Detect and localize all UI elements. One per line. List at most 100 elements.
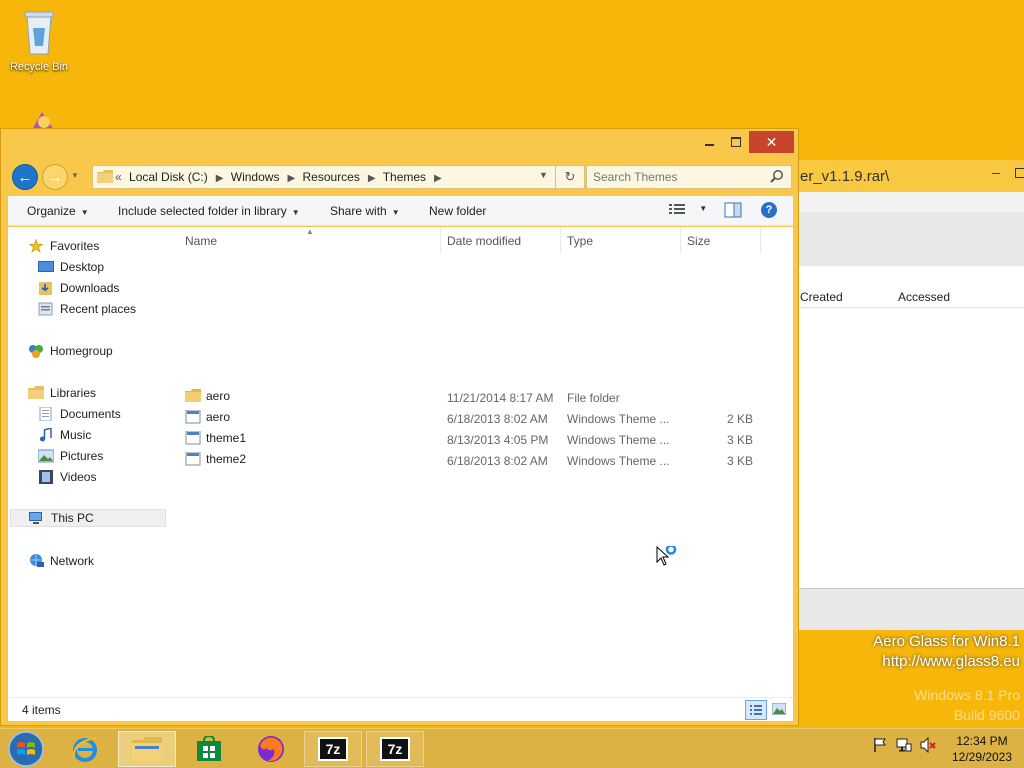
large-icons-view-icon[interactable]	[772, 703, 786, 715]
address-bar[interactable]: « Local Disk (C:) ▶ Windows ▶ Resources ▶ T…	[92, 165, 585, 189]
chevron-right-icon[interactable]: ▶	[368, 173, 376, 184]
action-center-flag-icon[interactable]	[872, 737, 888, 753]
taskbar-firefox[interactable]	[242, 731, 300, 767]
file-size: 2 KB	[726, 412, 753, 426]
column-type[interactable]: Type	[561, 227, 681, 253]
explorer-window[interactable]: ✕ ← → ▼ « Local Disk (C:) ▶ Windows ▶ Reso…	[0, 128, 799, 726]
chevron-down-icon: ▼	[80, 208, 89, 217]
file-date: 8/13/2013 4:05 PM	[447, 433, 549, 447]
taskbar-store[interactable]	[180, 731, 238, 767]
nav-network[interactable]: Network	[28, 552, 94, 570]
search-input[interactable]	[591, 169, 761, 185]
breadcrumb-resources[interactable]: Resources	[303, 170, 360, 184]
refresh-button[interactable]: ↻	[555, 166, 584, 188]
table-row[interactable]: aero 11/21/2014 8:17 AM File folder	[168, 387, 793, 408]
maximize-button[interactable]	[723, 131, 749, 153]
table-row[interactable]: theme2 6/18/2013 8:02 AM Windows Theme .…	[168, 450, 793, 471]
nav-pictures[interactable]: Pictures	[38, 447, 103, 465]
help-button[interactable]: ?	[761, 202, 777, 218]
back-button[interactable]: ←	[12, 164, 38, 190]
music-icon	[40, 428, 52, 442]
taskbar-7zip-2[interactable]: 7z	[366, 731, 424, 767]
details-view-icon	[669, 204, 685, 214]
breadcrumb-windows[interactable]: Windows	[231, 170, 280, 184]
preview-pane-icon[interactable]	[724, 202, 742, 218]
nav-documents[interactable]: Documents	[38, 405, 121, 423]
table-row[interactable]: theme1 8/13/2013 4:05 PM Windows Theme .…	[168, 429, 793, 450]
folder-icon	[185, 389, 201, 402]
store-icon	[197, 736, 221, 761]
recent-locations-dropdown[interactable]: ▼	[71, 171, 79, 180]
file-type: Windows Theme ...	[567, 454, 670, 468]
firefox-icon	[258, 736, 284, 762]
nav-this-pc[interactable]: This PC	[10, 509, 166, 527]
nav-libraries-label: Libraries	[50, 386, 97, 400]
column-date-label: Date modified	[447, 234, 522, 248]
include-label: Include selected folder in library	[118, 204, 287, 218]
network-tray-icon[interactable]	[896, 737, 912, 753]
recent-places-icon	[38, 302, 53, 316]
new-folder-button[interactable]: New folder	[429, 204, 486, 218]
nav-favorites[interactable]: Favorites	[28, 237, 99, 255]
nav-pictures-label: Pictures	[60, 449, 104, 463]
nav-homegroup[interactable]: Homegroup	[28, 342, 113, 360]
close-button[interactable]: ✕	[749, 131, 794, 153]
background-minimize-icon[interactable]: –	[992, 164, 1000, 180]
volume-muted-icon[interactable]	[920, 737, 936, 753]
file-explorer-icon	[132, 737, 162, 761]
taskbar-clock[interactable]: 12:34 PM 12/29/2023	[944, 733, 1020, 765]
table-row[interactable]: aero 6/18/2013 8:02 AM Windows Theme ...…	[168, 408, 793, 429]
share-with-button[interactable]: Share with ▼	[330, 204, 400, 218]
breadcrumb-local-disk[interactable]: Local Disk (C:)	[129, 170, 208, 184]
refresh-icon: ↻	[564, 169, 576, 184]
computer-icon	[29, 512, 42, 524]
chevron-right-icon[interactable]: ▶	[434, 173, 442, 184]
minimize-button[interactable]	[695, 131, 723, 153]
column-accessed[interactable]: Accessed	[898, 290, 950, 304]
change-view-button[interactable]: ▼	[669, 203, 709, 219]
details-view-toggle[interactable]	[745, 700, 767, 720]
include-in-library-button[interactable]: Include selected folder in library ▼	[118, 204, 300, 218]
nav-libraries[interactable]: Libraries	[28, 384, 96, 402]
network-icon	[30, 554, 44, 567]
taskbar-file-explorer[interactable]	[118, 731, 176, 767]
forward-button[interactable]: →	[42, 164, 68, 190]
background-window-footer	[796, 588, 1024, 630]
nav-this-pc-label: This PC	[51, 511, 94, 525]
address-dropdown-button[interactable]: ▼	[539, 170, 553, 180]
documents-icon	[39, 407, 52, 421]
recycle-bin-desktop-icon[interactable]: Recycle Bin	[6, 6, 72, 73]
column-created[interactable]: Created	[800, 290, 843, 304]
nav-music[interactable]: Music	[38, 426, 91, 444]
file-list: Name ▲ Date modified Type Size aero 11/2…	[168, 227, 793, 697]
pictures-icon	[38, 449, 54, 463]
command-bar: Organize ▼ Include selected folder in lib…	[8, 196, 793, 226]
background-maximize-icon[interactable]	[1015, 168, 1024, 178]
nav-videos[interactable]: Videos	[38, 468, 96, 486]
taskbar-internet-explorer[interactable]	[56, 731, 114, 767]
theme-file-icon	[185, 431, 201, 445]
taskbar: 7z 7z 12:34 PM 12/29/2023	[0, 728, 1024, 768]
search-icon[interactable]	[769, 169, 785, 185]
nav-recent-places-label: Recent places	[60, 302, 137, 316]
background-window[interactable]: er_v1.1.9.rar\ – Created Accessed	[795, 160, 1024, 630]
breadcrumb-themes[interactable]: Themes	[383, 170, 426, 184]
column-size[interactable]: Size	[681, 227, 761, 253]
taskbar-7zip-1[interactable]: 7z	[304, 731, 362, 767]
chevron-right-icon[interactable]: ▶	[216, 173, 224, 184]
background-window-column-header: Created Accessed	[796, 286, 1024, 308]
watermark-line-3: Windows 8.1 Pro	[914, 687, 1020, 703]
start-button-icon[interactable]	[6, 730, 46, 768]
search-box[interactable]	[586, 165, 792, 189]
nav-documents-label: Documents	[60, 407, 121, 421]
nav-desktop[interactable]: Desktop	[38, 258, 104, 276]
column-date-modified[interactable]: Date modified	[441, 227, 561, 253]
chevron-down-icon: ▼	[291, 208, 300, 217]
nav-recent-places[interactable]: Recent places	[38, 300, 136, 318]
nav-downloads-label: Downloads	[60, 281, 120, 295]
nav-downloads[interactable]: Downloads	[38, 279, 119, 297]
breadcrumb-overflow[interactable]: «	[115, 170, 122, 184]
system-tray	[872, 737, 936, 753]
organize-button[interactable]: Organize ▼	[27, 204, 89, 218]
chevron-right-icon[interactable]: ▶	[287, 173, 295, 184]
